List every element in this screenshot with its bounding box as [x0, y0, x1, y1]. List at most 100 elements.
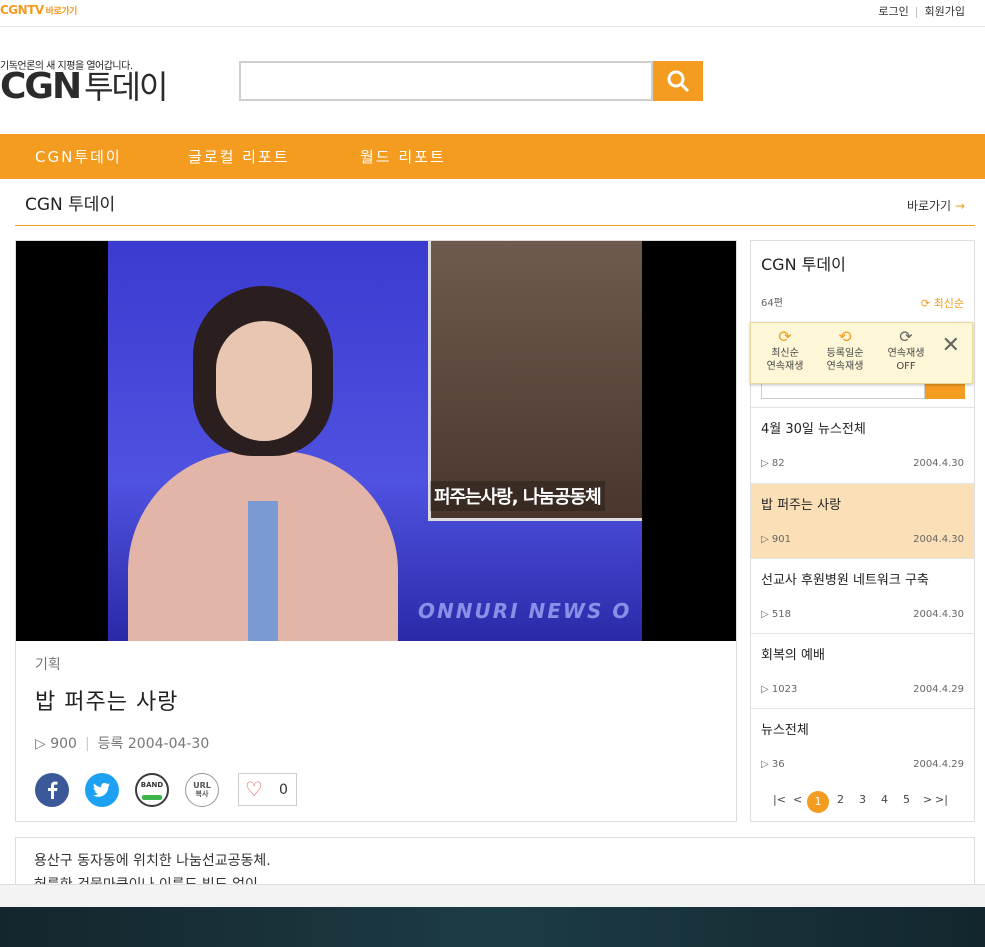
divider: | — [84, 736, 90, 752]
nav-item-glocal-report[interactable]: 글로컬 리포트 — [188, 146, 290, 167]
item-title: 밥 퍼주는 사랑 — [761, 498, 842, 513]
episode-count: 64편 — [761, 298, 783, 309]
article-title: 밥 퍼주는 사랑 — [35, 690, 179, 715]
sidebar-title: CGN 투데이 — [761, 255, 846, 274]
signup-link[interactable]: 회원가입 — [925, 5, 965, 18]
register-date: 등록 2004-04-30 — [97, 736, 210, 752]
repeat-icon: ⟳ — [920, 297, 931, 310]
item-title: 뉴스전체 — [761, 723, 809, 738]
sort-label: 최신순 — [933, 297, 964, 310]
autoplay-oldest-option[interactable]: ⟲ 등록일순 연속재생 — [815, 329, 875, 373]
repeat-icon: ⟳ — [778, 327, 792, 346]
search-icon — [667, 70, 690, 93]
section-divider — [15, 225, 975, 226]
page-current[interactable]: 1 — [807, 791, 829, 813]
list-item[interactable]: 회복의 예배 ▷ 1023 2004.4.29 — [751, 633, 974, 708]
twitter-glyph — [93, 782, 110, 797]
shortcut-link[interactable]: 바로가기 → — [907, 197, 965, 214]
desktop-taskbar — [0, 907, 985, 947]
video-panel: 퍼주는사랑, 나눔공동체 ONNURI NEWS O 기획 밥 퍼주는 사랑 ▷… — [15, 240, 737, 822]
item-views: ▷ 82 — [761, 458, 785, 469]
anchor-face — [216, 321, 312, 441]
shortcut-label: 바로가기 — [906, 199, 952, 213]
next-page-icon[interactable]: > — [923, 793, 932, 806]
list-item[interactable]: 선교사 후원병원 네트워크 구축 ▷ 518 2004.4.30 — [751, 558, 974, 633]
item-views: ▷ 1023 — [761, 684, 798, 695]
option-line2: OFF — [896, 361, 916, 372]
pagination: |< < 1 2 3 4 5 > >| — [773, 791, 953, 813]
repeat-off-icon: ⟳ — [899, 327, 913, 346]
video-frame: 퍼주는사랑, 나눔공동체 ONNURI NEWS O — [108, 241, 642, 641]
nav-item-cgn-today[interactable]: CGN투데이 — [35, 146, 122, 167]
url-label: URL — [193, 781, 211, 790]
last-page-icon[interactable]: >| — [935, 793, 948, 806]
video-caption: 퍼주는사랑, 나눔공동체 — [430, 481, 605, 511]
option-line1: 최신순 — [771, 348, 799, 359]
description-line: 용산구 동자동에 위치한 나눔선교공동체. — [34, 853, 271, 869]
first-page-icon[interactable]: |< — [773, 793, 786, 806]
item-date: 2004.4.30 — [913, 609, 964, 620]
item-date: 2004.4.29 — [913, 759, 964, 770]
view-count: ▷ 900 — [35, 736, 77, 752]
url-copy-icon[interactable]: URL 복사 — [185, 773, 219, 807]
facebook-glyph — [48, 781, 58, 799]
autoplay-latest-option[interactable]: ⟳ 최신순 연속재생 — [755, 329, 815, 373]
autoplay-off-option[interactable]: ⟳ 연속재생 OFF — [876, 329, 936, 373]
article-meta: ▷ 900 | 등록 2004-04-30 — [35, 733, 209, 753]
autoplay-popup: ⟳ 최신순 연속재생 ⟲ 등록일순 연속재생 ⟳ 연속재생 OFF ✕ — [750, 322, 973, 384]
brand-shortcut: 바로가기 — [45, 7, 78, 17]
arrow-right-icon: → — [954, 199, 965, 213]
item-views: ▷ 36 — [761, 759, 785, 770]
copy-label: 복사 — [195, 790, 209, 798]
main-nav: CGN투데이 글로컬 리포트 월드 리포트 — [0, 134, 985, 179]
list-item[interactable]: 4월 30일 뉴스전체 ▷ 82 2004.4.30 — [751, 407, 974, 482]
item-title: 4월 30일 뉴스전체 — [761, 422, 866, 437]
page-title: CGN 투데이 — [25, 195, 116, 215]
sort-toggle[interactable]: ⟳ 최신순 — [921, 295, 964, 311]
item-date: 2004.4.30 — [913, 534, 964, 545]
band-icon[interactable]: BAND — [135, 773, 169, 807]
option-line2: 연속재생 — [826, 361, 864, 372]
site-logo[interactable]: CGN 투데이 — [0, 66, 168, 107]
list-item[interactable]: 뉴스전체 ▷ 36 2004.4.29 — [751, 708, 974, 783]
facebook-icon[interactable] — [35, 773, 69, 807]
item-views: ▷ 901 — [761, 534, 791, 545]
option-line1: 등록일순 — [826, 348, 864, 359]
logo-en: CGN — [0, 66, 82, 107]
repeat-reverse-icon: ⟲ — [838, 327, 852, 346]
nav-item-world-report[interactable]: 월드 리포트 — [360, 146, 446, 167]
band-label: BAND — [140, 781, 164, 789]
video-player[interactable]: 퍼주는사랑, 나눔공동체 ONNURI NEWS O — [16, 241, 736, 641]
like-button[interactable]: ♡ 0 — [238, 773, 297, 806]
band-stripe — [142, 795, 162, 800]
item-title: 선교사 후원병원 네트워크 구축 — [761, 573, 929, 588]
twitter-icon[interactable] — [85, 773, 119, 807]
brand-name: CGNTV — [0, 3, 44, 17]
divider: | — [914, 5, 919, 18]
page-link[interactable]: 5 — [903, 793, 910, 806]
item-title: 회복의 예배 — [761, 648, 825, 663]
like-count: 0 — [279, 782, 288, 798]
logo-ko: 투데이 — [84, 68, 168, 106]
option-line1: 연속재생 — [887, 348, 925, 359]
article-category: 기획 — [35, 657, 61, 673]
browser-bottom-bar — [0, 884, 985, 907]
page-link[interactable]: 4 — [881, 793, 888, 806]
item-date: 2004.4.30 — [913, 458, 964, 469]
page-link[interactable]: 2 — [837, 793, 844, 806]
building-image — [428, 241, 642, 521]
cgntv-brand-link[interactable]: CGNTV 바로가기 — [0, 3, 77, 17]
search-input[interactable] — [239, 61, 653, 101]
search-button[interactable] — [653, 61, 703, 101]
login-link[interactable]: 로그인 — [878, 5, 908, 18]
option-line2: 연속재생 — [766, 361, 804, 372]
close-icon[interactable]: ✕ — [942, 335, 960, 357]
item-views: ▷ 518 — [761, 609, 791, 620]
heart-icon: ♡ — [245, 777, 263, 801]
news-backdrop-text: ONNURI NEWS O — [418, 599, 632, 623]
list-item-active[interactable]: 밥 퍼주는 사랑 ▷ 901 2004.4.30 — [751, 483, 974, 558]
account-links: 로그인 | 회원가입 — [878, 3, 965, 19]
page-link[interactable]: 3 — [859, 793, 866, 806]
prev-page-icon[interactable]: < — [793, 793, 802, 806]
anchor-scarf — [248, 501, 278, 641]
